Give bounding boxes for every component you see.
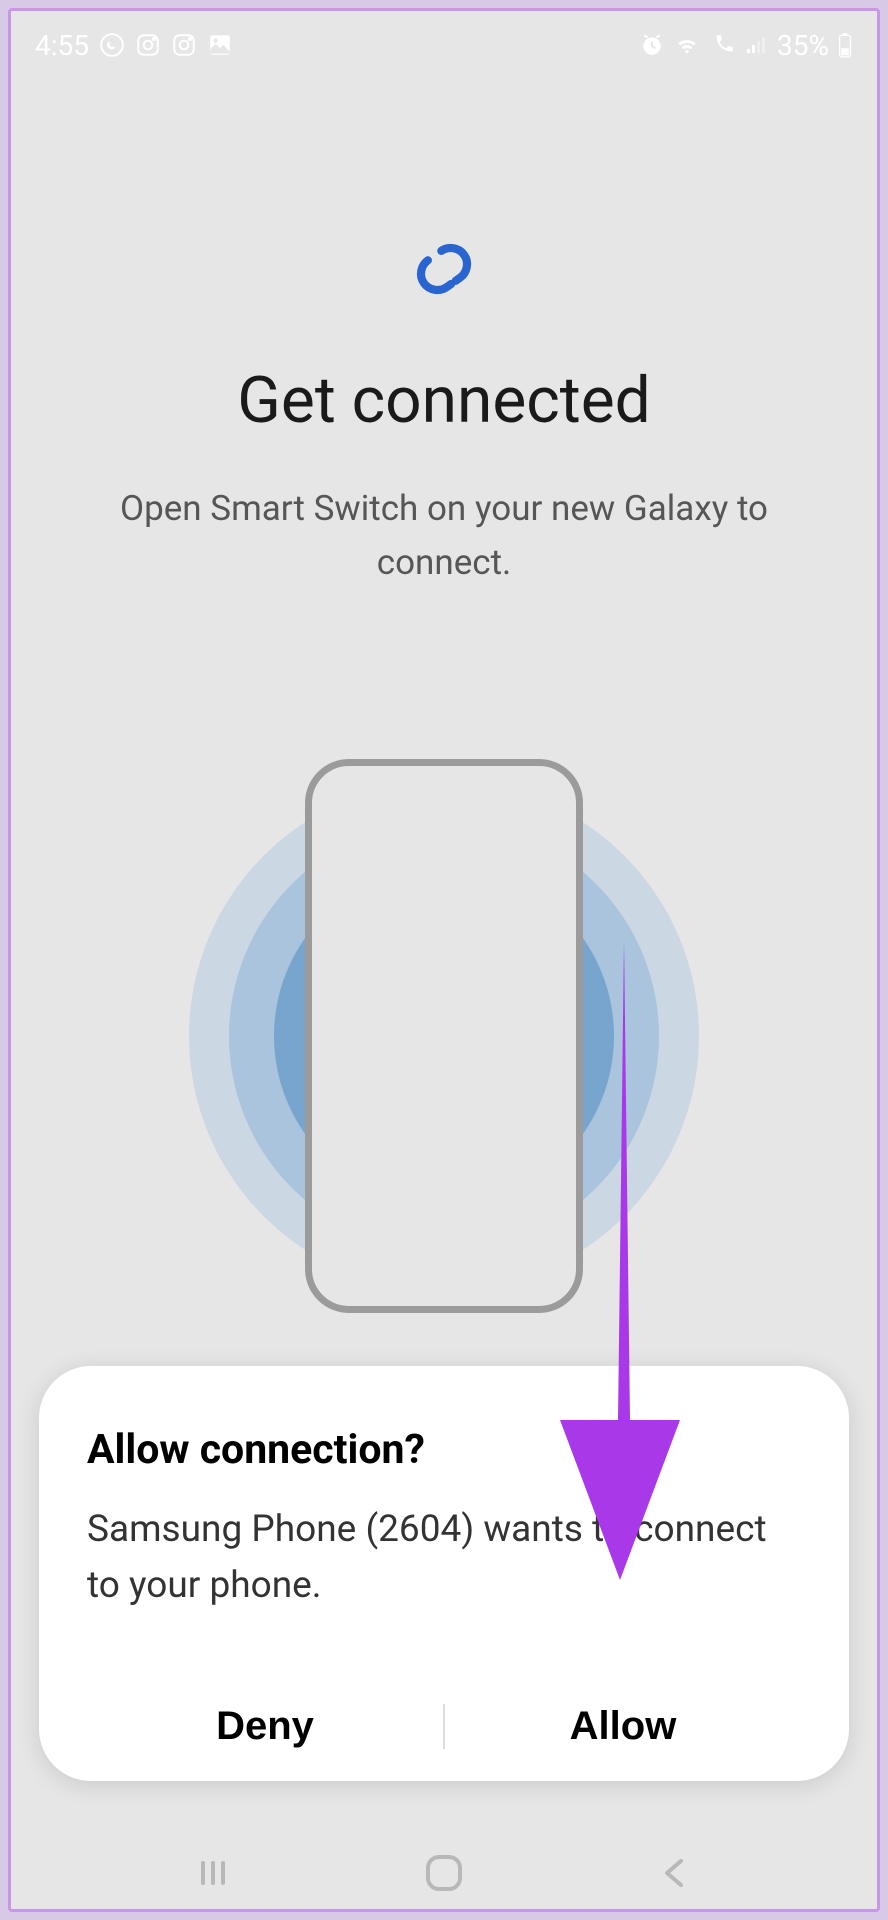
instagram-icon	[135, 32, 161, 58]
phone-screen: 4:55	[8, 8, 880, 1912]
dialog-buttons: Deny Allow	[87, 1671, 801, 1781]
instagram-icon	[171, 32, 197, 58]
status-time: 4:55	[35, 29, 89, 62]
dialog-title: Allow connection?	[87, 1426, 801, 1474]
recents-button[interactable]	[183, 1843, 243, 1903]
home-icon	[422, 1851, 466, 1895]
back-icon	[655, 1853, 695, 1893]
status-bar-right: 35%	[639, 29, 853, 62]
wifi-icon	[673, 32, 701, 58]
phone-outline	[305, 759, 583, 1313]
battery-icon	[837, 32, 853, 58]
navigation-bar	[8, 1825, 880, 1920]
back-button[interactable]	[645, 1843, 705, 1903]
signal-icon	[745, 32, 769, 58]
battery-percent: 35%	[777, 29, 829, 62]
connection-dialog: Allow connection? Samsung Phone (2604) w…	[39, 1366, 849, 1781]
deny-button[interactable]: Deny	[87, 1671, 443, 1781]
page-title: Get connected	[237, 363, 650, 438]
home-button[interactable]	[414, 1843, 474, 1903]
alarm-icon	[639, 32, 665, 58]
dialog-message: Samsung Phone (2604) wants to connect to…	[87, 1502, 801, 1613]
recents-icon	[193, 1853, 233, 1893]
link-icon	[403, 239, 485, 303]
phone-illustration	[184, 756, 704, 1316]
status-bar: 4:55	[11, 11, 877, 79]
volte-icon	[709, 32, 737, 58]
whatsapp-icon	[99, 32, 125, 58]
status-bar-left: 4:55	[35, 29, 233, 62]
allow-button[interactable]: Allow	[445, 1671, 801, 1781]
gallery-icon	[207, 32, 233, 58]
page-subtitle: Open Smart Switch on your new Galaxy to …	[11, 482, 877, 591]
